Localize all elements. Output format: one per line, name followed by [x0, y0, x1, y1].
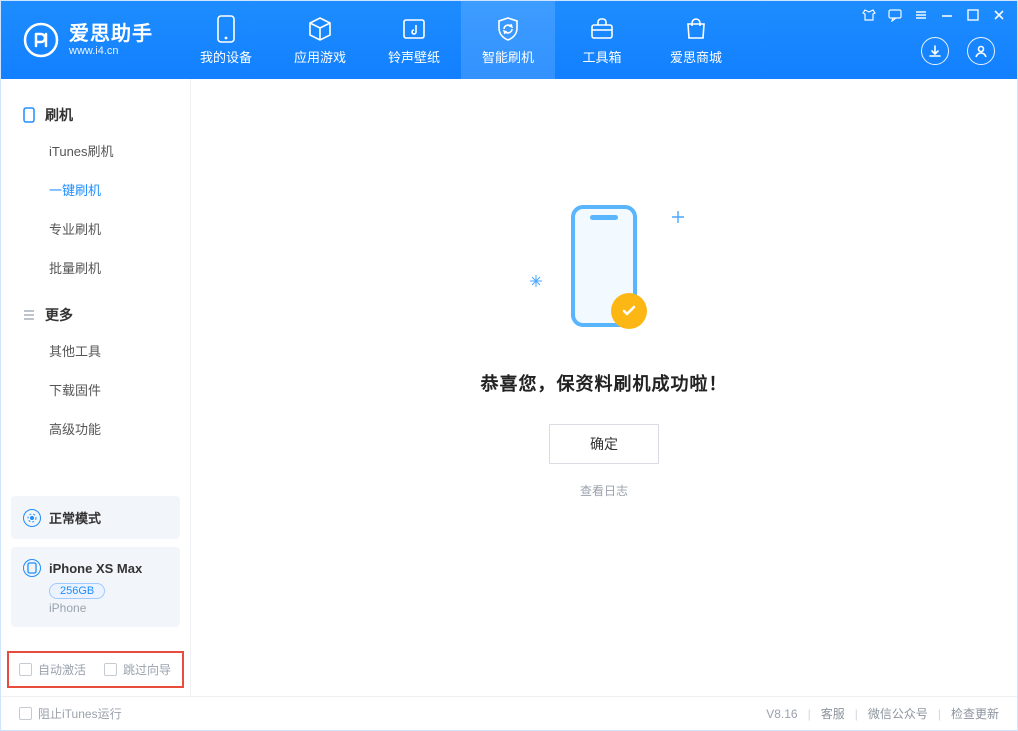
tab-ringtones-wallpapers[interactable]: 铃声壁纸: [367, 1, 461, 79]
header-right-buttons: [921, 37, 995, 65]
checkbox-skip-wizard[interactable]: 跳过向导: [104, 661, 171, 678]
statusbar-left: 阻止iTunes运行: [19, 705, 122, 722]
tab-label: 我的设备: [200, 47, 252, 66]
main-content: 恭喜您，保资料刷机成功啦！ 确定 查看日志: [191, 79, 1017, 696]
account-button[interactable]: [967, 37, 995, 65]
device-name: iPhone XS Max: [49, 561, 142, 576]
sidebar-cards: 正常模式 iPhone XS Max 256GB iPhone: [11, 496, 180, 635]
refresh-shield-icon: [494, 15, 522, 43]
sidebar-group-title: 更多: [45, 305, 73, 325]
mode-label: 正常模式: [49, 508, 101, 527]
shopping-bag-icon: [682, 15, 710, 43]
success-illustration: [524, 201, 684, 341]
sidebar-item-batch-flash[interactable]: 批量刷机: [1, 248, 190, 287]
checkbox-icon: [19, 707, 32, 720]
music-folder-icon: [400, 15, 428, 43]
storage-badge: 256GB: [49, 583, 105, 599]
body: 刷机 iTunes刷机 一键刷机 专业刷机 批量刷机 更多 其他工具 下载固件 …: [1, 79, 1017, 696]
sidebar-footer-options: 自动激活 跳过向导: [7, 651, 184, 688]
maximize-button[interactable]: [965, 7, 981, 23]
tab-label: 铃声壁纸: [388, 47, 440, 66]
sidebar-item-advanced[interactable]: 高级功能: [1, 409, 190, 448]
brand-subtitle: www.i4.cn: [69, 45, 153, 57]
checkbox-icon: [104, 663, 117, 676]
tab-smart-flash[interactable]: 智能刷机: [461, 1, 555, 79]
link-wechat[interactable]: 微信公众号: [868, 705, 928, 722]
sidebar-scroll: 刷机 iTunes刷机 一键刷机 专业刷机 批量刷机 更多 其他工具 下载固件 …: [1, 79, 190, 486]
sidebar-item-other-tools[interactable]: 其他工具: [1, 331, 190, 370]
statusbar-right: V8.16 | 客服 | 微信公众号 | 检查更新: [766, 705, 999, 722]
result-panel: 恭喜您，保资料刷机成功啦！ 确定 查看日志: [191, 201, 1017, 499]
phone-icon: [21, 107, 37, 123]
download-button[interactable]: [921, 37, 949, 65]
version-label: V8.16: [766, 707, 797, 721]
tab-label: 工具箱: [582, 47, 621, 66]
window-controls: [861, 7, 1007, 23]
sparkle-icon: [672, 211, 684, 223]
ok-button[interactable]: 确定: [549, 424, 659, 464]
tab-store[interactable]: 爱思商城: [649, 1, 743, 79]
sidebar-group-flash: 刷机: [1, 97, 190, 131]
statusbar: 阻止iTunes运行 V8.16 | 客服 | 微信公众号 | 检查更新: [1, 696, 1017, 730]
checkbox-auto-activate[interactable]: 自动激活: [19, 661, 86, 678]
sparkle-icon: [530, 275, 542, 287]
link-support[interactable]: 客服: [821, 705, 845, 722]
view-log-link[interactable]: 查看日志: [191, 482, 1017, 499]
device-type: iPhone: [49, 601, 168, 615]
tab-my-device[interactable]: 我的设备: [179, 1, 273, 79]
sidebar-group-more: 更多: [1, 297, 190, 331]
phone-illustration: [571, 205, 637, 327]
device-icon: [212, 15, 240, 43]
menu-icon[interactable]: [913, 7, 929, 23]
brand: 爱思助手 www.i4.cn: [1, 1, 171, 79]
brand-text: 爱思助手 www.i4.cn: [69, 23, 153, 57]
device-icon: [23, 559, 41, 577]
tab-label: 智能刷机: [482, 47, 534, 66]
tab-apps-games[interactable]: 应用游戏: [273, 1, 367, 79]
checkbox-block-itunes[interactable]: 阻止iTunes运行: [19, 705, 122, 722]
success-text: 恭喜您，保资料刷机成功啦！: [191, 370, 1017, 396]
mode-icon: [23, 509, 41, 527]
separator: |: [855, 707, 858, 721]
sidebar-item-download-firmware[interactable]: 下载固件: [1, 370, 190, 409]
success-check-icon: [611, 293, 647, 329]
separator: |: [808, 707, 811, 721]
checkbox-icon: [19, 663, 32, 676]
sidebar-item-pro-flash[interactable]: 专业刷机: [1, 209, 190, 248]
feedback-icon[interactable]: [887, 7, 903, 23]
sidebar-group-title: 刷机: [45, 105, 73, 125]
close-button[interactable]: [991, 7, 1007, 23]
list-icon: [21, 307, 37, 323]
tab-label: 应用游戏: [294, 47, 346, 66]
sidebar-item-oneclick-flash[interactable]: 一键刷机: [1, 170, 190, 209]
app-window: 爱思助手 www.i4.cn 我的设备 应用游戏 铃声壁纸 智能刷机: [0, 0, 1018, 731]
toolbox-icon: [588, 15, 616, 43]
sidebar: 刷机 iTunes刷机 一键刷机 专业刷机 批量刷机 更多 其他工具 下载固件 …: [1, 79, 191, 696]
checkbox-label: 自动激活: [38, 661, 86, 678]
header: 爱思助手 www.i4.cn 我的设备 应用游戏 铃声壁纸 智能刷机: [1, 1, 1017, 79]
checkbox-label: 阻止iTunes运行: [38, 705, 122, 722]
sidebar-item-itunes-flash[interactable]: iTunes刷机: [1, 131, 190, 170]
brand-logo: [23, 22, 59, 58]
link-check-update[interactable]: 检查更新: [951, 705, 999, 722]
header-tabs: 我的设备 应用游戏 铃声壁纸 智能刷机 工具箱 爱思商城: [179, 1, 743, 79]
tab-label: 爱思商城: [670, 47, 722, 66]
brand-title: 爱思助手: [69, 23, 153, 45]
separator: |: [938, 707, 941, 721]
cube-icon: [306, 15, 334, 43]
tab-toolbox[interactable]: 工具箱: [555, 1, 649, 79]
minimize-button[interactable]: [939, 7, 955, 23]
mode-card[interactable]: 正常模式: [11, 496, 180, 539]
shirt-icon[interactable]: [861, 7, 877, 23]
checkbox-label: 跳过向导: [123, 661, 171, 678]
device-card[interactable]: iPhone XS Max 256GB iPhone: [11, 547, 180, 627]
